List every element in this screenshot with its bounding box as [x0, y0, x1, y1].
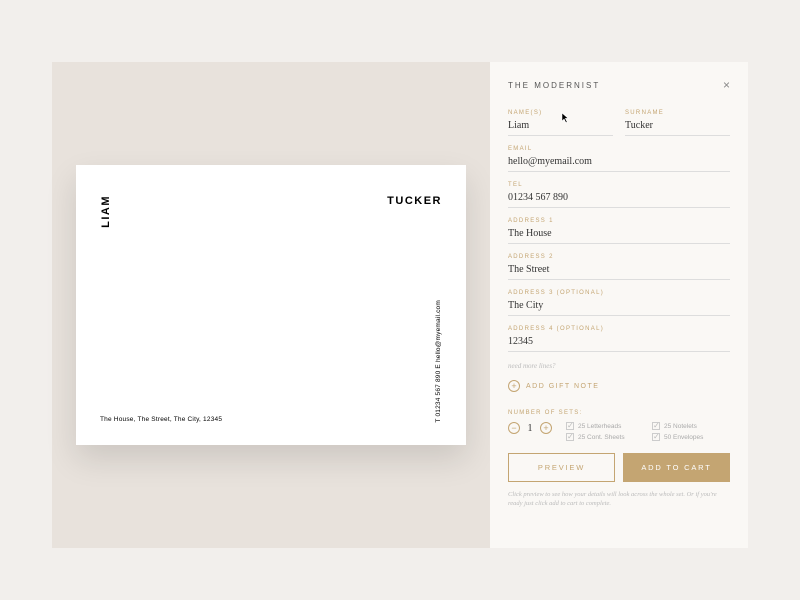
close-icon[interactable]: × [723, 78, 730, 92]
stationery-card: LIAM TUCKER The House, The Street, The C… [76, 165, 466, 445]
preview-area: LIAM TUCKER The House, The Street, The C… [52, 62, 490, 548]
email-input[interactable] [508, 154, 730, 172]
card-address: The House, The Street, The City, 12345 [100, 416, 222, 423]
minus-icon[interactable]: − [508, 422, 520, 434]
addr4-label: ADDRESS 4 (OPTIONAL) [508, 326, 730, 332]
tel-label: TEL [508, 182, 730, 188]
sets-value: 1 [525, 423, 535, 434]
add-to-cart-button[interactable]: ADD TO CART [623, 453, 730, 482]
card-contact: T 01234 567 890 E hello@myemail.com [435, 300, 442, 423]
addr2-input[interactable] [508, 262, 730, 280]
addr2-label: ADDRESS 2 [508, 254, 730, 260]
footnote: Click preview to see how your details wi… [508, 490, 730, 508]
addr4-input[interactable] [508, 334, 730, 352]
names-input[interactable] [508, 118, 613, 136]
check-icon [652, 422, 660, 430]
addr3-input[interactable] [508, 298, 730, 316]
more-lines-hint[interactable]: need more lines? [508, 362, 730, 370]
include-item: 25 Notelets [652, 422, 730, 430]
addr1-label: ADDRESS 1 [508, 218, 730, 224]
card-first-name: LIAM [100, 195, 112, 228]
addr3-label: ADDRESS 3 (OPTIONAL) [508, 290, 730, 296]
tel-input[interactable] [508, 190, 730, 208]
include-item: 25 Cont. Sheets [566, 433, 644, 441]
quantity-stepper: − 1 + [508, 422, 552, 434]
panel-title: THE MODERNIST [508, 81, 600, 90]
includes-list: 25 Letterheads 25 Notelets 25 Cont. Shee… [566, 422, 730, 441]
include-item: 25 Letterheads [566, 422, 644, 430]
surname-label: SURNAME [625, 110, 730, 116]
customize-panel: THE MODERNIST × NAME(S) SURNAME EMAIL TE… [490, 62, 748, 548]
plus-icon[interactable]: + [540, 422, 552, 434]
check-icon [566, 433, 574, 441]
addr1-input[interactable] [508, 226, 730, 244]
check-icon [652, 433, 660, 441]
sets-label: NUMBER OF SETS: [508, 410, 730, 416]
card-surname: TUCKER [387, 195, 442, 207]
surname-input[interactable] [625, 118, 730, 136]
check-icon [566, 422, 574, 430]
preview-button[interactable]: PREVIEW [508, 453, 615, 482]
gift-note-label[interactable]: ADD GIFT NOTE [526, 383, 599, 390]
include-item: 50 Envelopes [652, 433, 730, 441]
email-label: EMAIL [508, 146, 730, 152]
plus-icon[interactable]: + [508, 380, 520, 392]
names-label: NAME(S) [508, 110, 613, 116]
